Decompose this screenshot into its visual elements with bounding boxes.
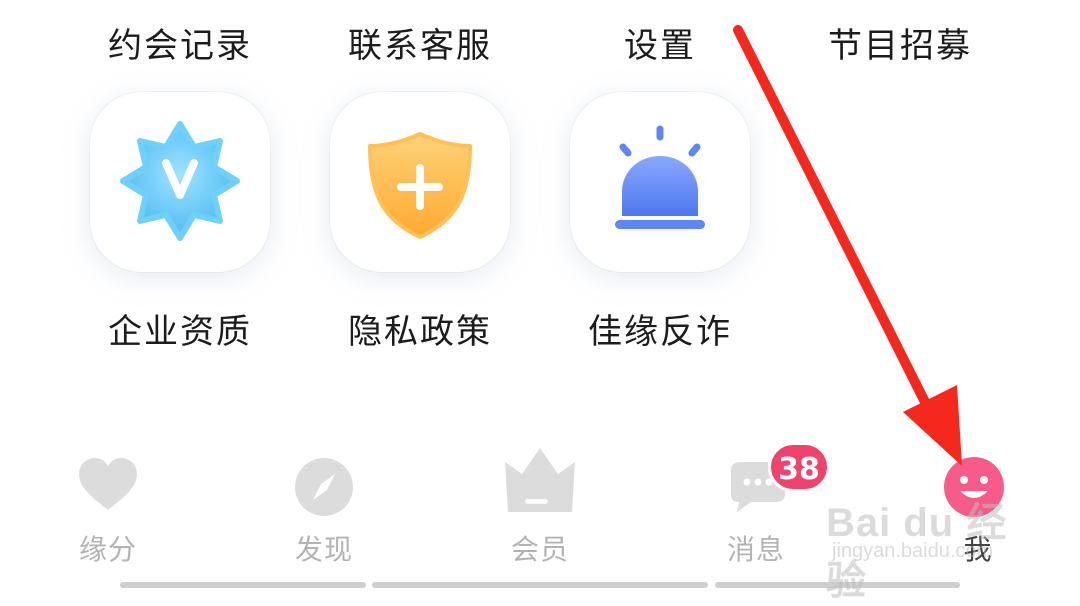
crown-icon [505,448,575,512]
watermark-sub: jingyan.baidu.com [832,540,994,562]
home-indicator [372,582,708,588]
tab-discover[interactable]: 发现 [249,440,399,570]
service-tile-anti-fraud[interactable] [570,92,750,272]
tab-label-membership: 会员 [510,533,569,566]
menu-item-date-records[interactable]: 约会记录 [60,18,300,67]
tab-label-fate: 缘分 [78,533,137,566]
service-tile-enterprise-qualification[interactable] [90,92,270,272]
tab-label-discover: 发现 [294,533,353,566]
unread-count-badge: 38 [768,442,830,492]
menu-item-settings[interactable]: 设置 [540,18,780,67]
heart-icon [79,458,137,510]
tab-fate[interactable]: 缘分 [33,440,183,570]
tab-membership[interactable]: 会员 [465,440,615,570]
home-indicator [120,582,366,588]
shield-plus-icon [368,132,472,239]
watermark: Bai du 经验 jingyan.baidu.com [826,490,1026,603]
service-tile-privacy-policy[interactable] [330,92,510,272]
verified-badge-icon [120,121,240,241]
tab-label-messages: 消息 [726,533,785,566]
alarm-siren-icon [615,125,705,229]
compass-icon [295,458,353,516]
menu-item-program-recruitment[interactable]: 节目招募 [780,18,1020,67]
service-label-anti-fraud: 佳缘反诈 [588,312,732,352]
service-label-privacy-policy: 隐私政策 [348,312,492,352]
menu-item-contact-support[interactable]: 联系客服 [300,18,540,67]
service-label-enterprise-qualification: 企业资质 [108,312,252,352]
